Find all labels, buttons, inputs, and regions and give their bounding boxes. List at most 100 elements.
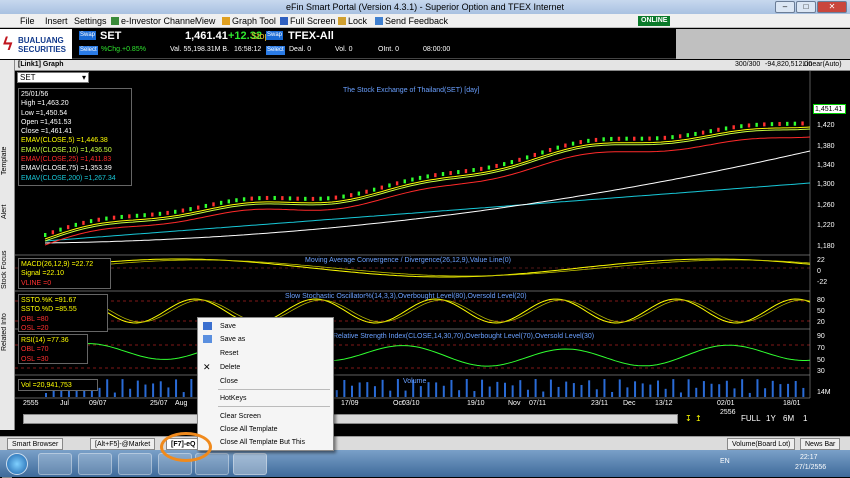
tab-news-bar[interactable]: News Bar	[800, 438, 841, 450]
lock-icon	[338, 17, 346, 25]
xtick: 19/10	[467, 400, 485, 407]
menu-close-all-template[interactable]: Close All Template	[220, 426, 277, 433]
ema75-line	[44, 150, 811, 244]
candle	[449, 171, 452, 176]
menu-clear-screen[interactable]: Clear Screen	[220, 413, 261, 420]
candle	[480, 166, 483, 171]
volume-bar	[565, 381, 568, 397]
menu-insert[interactable]: Insert	[45, 16, 68, 26]
context-menu: ✕ Save Save as Reset Delete Close HotKey…	[197, 317, 334, 451]
tab-volume-board-lot[interactable]: Volume(Board Lot)	[727, 438, 796, 450]
candle	[556, 145, 559, 150]
candle	[97, 217, 100, 222]
maximize-button[interactable]: □	[796, 1, 816, 13]
candle	[579, 140, 582, 145]
minimize-button[interactable]: –	[775, 1, 795, 13]
menu-hotkeys[interactable]: HotKeys	[220, 395, 246, 402]
candle	[724, 126, 728, 131]
tab-smart-browser[interactable]: Smart Browser	[7, 438, 64, 450]
candle	[403, 179, 406, 184]
candle	[143, 213, 146, 218]
ticker-price: 1,461.41	[185, 30, 228, 42]
candle	[288, 196, 292, 201]
save-icon	[203, 322, 212, 330]
candle	[304, 196, 307, 201]
volume-bar	[442, 385, 445, 397]
volume-bar	[710, 383, 713, 397]
chart-area[interactable]: SET ▾ The Stock Exchange of Thailand(SET)…	[15, 71, 850, 426]
efin-taskbar-icon[interactable]	[233, 453, 267, 475]
candle	[212, 202, 215, 207]
menu-close-all-but-this[interactable]: Close All Template But This	[220, 439, 305, 446]
candle	[587, 138, 590, 143]
menu-save[interactable]: Save	[220, 323, 236, 330]
candle	[151, 212, 154, 217]
volume-bar	[657, 380, 659, 397]
candle	[105, 216, 108, 221]
menu-lock[interactable]: Lock	[338, 16, 367, 26]
candle	[166, 210, 169, 215]
bualuang-logo: ϟ BUALUANG SECURITIES	[0, 29, 72, 59]
volume-bar	[144, 384, 147, 397]
candle	[770, 122, 774, 127]
menu-file[interactable]: File	[20, 16, 35, 26]
logo-icon: ϟ	[3, 34, 13, 54]
volume-bar	[672, 379, 675, 397]
bar-count: 300/300	[735, 61, 761, 68]
folder-taskbar-icon[interactable]	[78, 453, 112, 475]
tab-template[interactable]: Template	[1, 140, 14, 182]
candle	[533, 152, 536, 157]
ie-taskbar-icon[interactable]	[38, 453, 72, 475]
candle	[602, 137, 605, 142]
volume-bar	[572, 383, 575, 397]
candle	[242, 197, 246, 202]
range-full[interactable]: FULL	[741, 414, 761, 423]
tab-related-info[interactable]: Related Info	[1, 310, 14, 354]
select-button-2[interactable]: Select	[266, 46, 285, 55]
menu-settings[interactable]: Settings	[74, 16, 107, 26]
menu-reset[interactable]: Reset	[220, 350, 238, 357]
menu-graph-tool[interactable]: Graph Tool	[222, 16, 276, 26]
range-6m[interactable]: 6M	[783, 414, 794, 423]
candle	[380, 185, 383, 190]
candle	[258, 196, 261, 201]
volume-bar	[343, 379, 346, 397]
volume-bar	[396, 379, 399, 397]
candle	[273, 195, 276, 200]
swap-button-2[interactable]: Swap	[266, 31, 284, 40]
range-1[interactable]: 1	[803, 414, 807, 423]
select-button-1[interactable]: Select	[79, 46, 98, 55]
menu-separator	[218, 406, 330, 407]
tab-alert[interactable]: Alert	[1, 200, 14, 224]
candle	[235, 198, 238, 203]
tab-market[interactable]: [Alt+F5]-@Market	[90, 438, 156, 450]
candle	[648, 136, 651, 141]
close-button[interactable]: ✕	[817, 1, 847, 13]
horizontal-scrollbar[interactable]	[23, 414, 678, 424]
candle	[640, 136, 644, 141]
range-1y[interactable]: 1Y	[766, 414, 776, 423]
ytick: 0	[817, 268, 821, 275]
clock-date: 27/1/2556	[795, 464, 827, 471]
menu-close[interactable]: Close	[220, 378, 238, 385]
menu-send-feedback[interactable]: Send Feedback	[375, 16, 448, 26]
volume-legend: Vol =20,941,753	[18, 379, 98, 391]
symbol-combo[interactable]: SET ▾	[17, 72, 89, 83]
volume-bar	[626, 387, 629, 397]
start-button[interactable]	[6, 453, 28, 475]
volume-bar	[159, 381, 162, 397]
swap-button-1[interactable]: Swap	[79, 31, 97, 40]
menu-full-screen[interactable]: Full Screen	[280, 16, 336, 26]
candle	[82, 220, 85, 225]
tab-stock-focus[interactable]: Stock Focus	[1, 245, 14, 295]
menu-delete[interactable]: Delete	[220, 364, 240, 371]
menu-view[interactable]: View	[196, 16, 215, 26]
candle	[112, 215, 116, 220]
menu-e-investor[interactable]: e-Investor Channel	[111, 16, 197, 26]
chrome-taskbar-icon[interactable]	[118, 453, 152, 475]
zoom-in-icon[interactable]: ↧	[685, 414, 692, 423]
language-indicator[interactable]: EN	[720, 458, 730, 465]
scale-mode[interactable]: Linear(Auto)	[803, 61, 842, 68]
zoom-out-icon[interactable]: ↥	[695, 414, 702, 423]
menu-save-as[interactable]: Save as	[220, 336, 245, 343]
